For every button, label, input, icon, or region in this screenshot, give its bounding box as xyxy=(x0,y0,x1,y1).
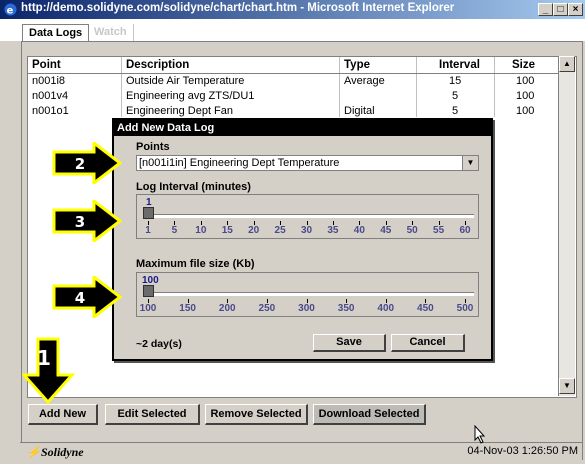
table-scrollbar[interactable]: ▲ ▼ xyxy=(558,56,575,396)
chevron-down-icon[interactable]: ▼ xyxy=(462,156,478,170)
dialog-title: Add New Data Log xyxy=(114,120,491,136)
interval-tick-label: 15 xyxy=(221,225,233,236)
size-tick-label: 300 xyxy=(298,303,315,314)
scroll-down-icon[interactable]: ▼ xyxy=(559,378,575,394)
interval-tick-label: 35 xyxy=(327,225,339,236)
interval-tick-label: 1 xyxy=(145,225,151,236)
size-slider[interactable]: 100 100 150 200 250 300 350 400 450 500 xyxy=(136,272,479,317)
interval-thumb[interactable] xyxy=(143,207,154,219)
table-row[interactable]: n001i8 Outside Air Temperature Average 1… xyxy=(28,74,560,89)
annotation-label-3: 3 xyxy=(75,213,85,231)
size-label: Maximum file size (Kb) xyxy=(136,258,255,270)
table-row[interactable]: n001v4 Engineering avg ZTS/DU1 5 100 xyxy=(28,89,560,104)
remove-selected-button[interactable]: Remove Selected xyxy=(205,404,308,425)
size-tick-label: 400 xyxy=(377,303,395,314)
size-track[interactable] xyxy=(143,292,474,296)
interval-tick-label: 10 xyxy=(195,225,207,236)
save-button[interactable]: Save xyxy=(313,334,386,352)
size-tick-label: 500 xyxy=(456,303,474,314)
col-header-point[interactable]: Point xyxy=(32,59,61,73)
annotation-arrow-3: 3 xyxy=(52,200,122,242)
size-thumb[interactable] xyxy=(143,285,154,297)
annotation-label-2: 2 xyxy=(75,155,85,173)
interval-tick-label: 30 xyxy=(300,225,313,236)
interval-tick-label: 60 xyxy=(459,225,471,236)
solidyne-logo: ⚡Solidyne xyxy=(26,445,84,459)
points-label: Points xyxy=(136,141,170,153)
col-header-description[interactable]: Description xyxy=(126,59,189,73)
interval-label: Log Interval (minutes) xyxy=(136,181,251,193)
interval-tick-label: 5 xyxy=(171,225,178,236)
maximize-button[interactable]: □ xyxy=(553,3,568,16)
interval-tick-label: 25 xyxy=(274,225,286,236)
minimize-button[interactable]: _ xyxy=(538,3,553,16)
annotation-arrow-2: 2 xyxy=(52,142,122,184)
cancel-button[interactable]: Cancel xyxy=(391,334,465,352)
size-tick-label: 350 xyxy=(337,303,355,314)
status-bar: ⚡Solidyne 04-Nov-03 1:26:50 PM xyxy=(20,442,582,461)
size-tick-label: 250 xyxy=(258,303,276,314)
table-row[interactable]: n001o1 Engineering Dept Fan Digital 5 10… xyxy=(28,104,560,119)
annotation-arrow-4: 4 xyxy=(52,276,122,318)
scroll-up-icon[interactable]: ▲ xyxy=(559,56,575,72)
status-timestamp: 04-Nov-03 1:26:50 PM xyxy=(467,445,578,457)
interval-slider[interactable]: 1 1 5 10 15 20 25 30 35 40 45 50 55 60 xyxy=(136,194,479,239)
points-select[interactable]: [n001i1in] Engineering Dept Temperature … xyxy=(136,155,479,171)
edit-selected-button[interactable]: Edit Selected xyxy=(105,404,200,425)
interval-tick-label: 40 xyxy=(353,225,365,236)
interval-track[interactable] xyxy=(143,214,474,218)
col-header-size[interactable]: Size xyxy=(512,59,535,73)
size-tick-label: 450 xyxy=(417,303,434,314)
flame-icon: ⚡ xyxy=(26,445,41,459)
interval-tick-label: 50 xyxy=(406,225,418,236)
mouse-cursor-icon xyxy=(474,425,486,444)
col-header-type[interactable]: Type xyxy=(344,59,370,73)
title-bar: e http://demo.solidyne.com/solidyne/char… xyxy=(0,0,585,19)
annotation-label-1: 1 xyxy=(37,346,51,370)
retention-estimate: ~2 day(s) xyxy=(136,338,182,350)
interval-tick-label: 20 xyxy=(248,225,260,236)
size-tick-label: 150 xyxy=(179,303,196,314)
size-tick-label: 200 xyxy=(218,303,236,314)
download-selected-button[interactable]: Download Selected xyxy=(313,404,426,425)
interval-tick-label: 45 xyxy=(380,225,392,236)
size-tick-label: 100 xyxy=(139,303,157,314)
annotation-label-4: 4 xyxy=(75,289,85,307)
svg-text:e: e xyxy=(7,6,14,17)
add-data-log-dialog: Add New Data Log Points [n001i1in] Engin… xyxy=(112,118,493,361)
window-title: http://demo.solidyne.com/solidyne/chart/… xyxy=(21,2,455,14)
ie-icon: e xyxy=(4,3,17,17)
browser-window: e http://demo.solidyne.com/solidyne/char… xyxy=(0,0,585,464)
close-button[interactable]: × xyxy=(568,3,583,16)
interval-tick-label: 55 xyxy=(433,225,445,236)
add-new-button[interactable]: Add New xyxy=(28,404,98,425)
points-select-value: [n001i1in] Engineering Dept Temperature xyxy=(139,157,340,169)
col-header-interval[interactable]: Interval xyxy=(439,59,480,73)
annotation-arrow-1: 1 xyxy=(22,337,76,405)
tab-watch[interactable]: Watch xyxy=(88,24,134,41)
